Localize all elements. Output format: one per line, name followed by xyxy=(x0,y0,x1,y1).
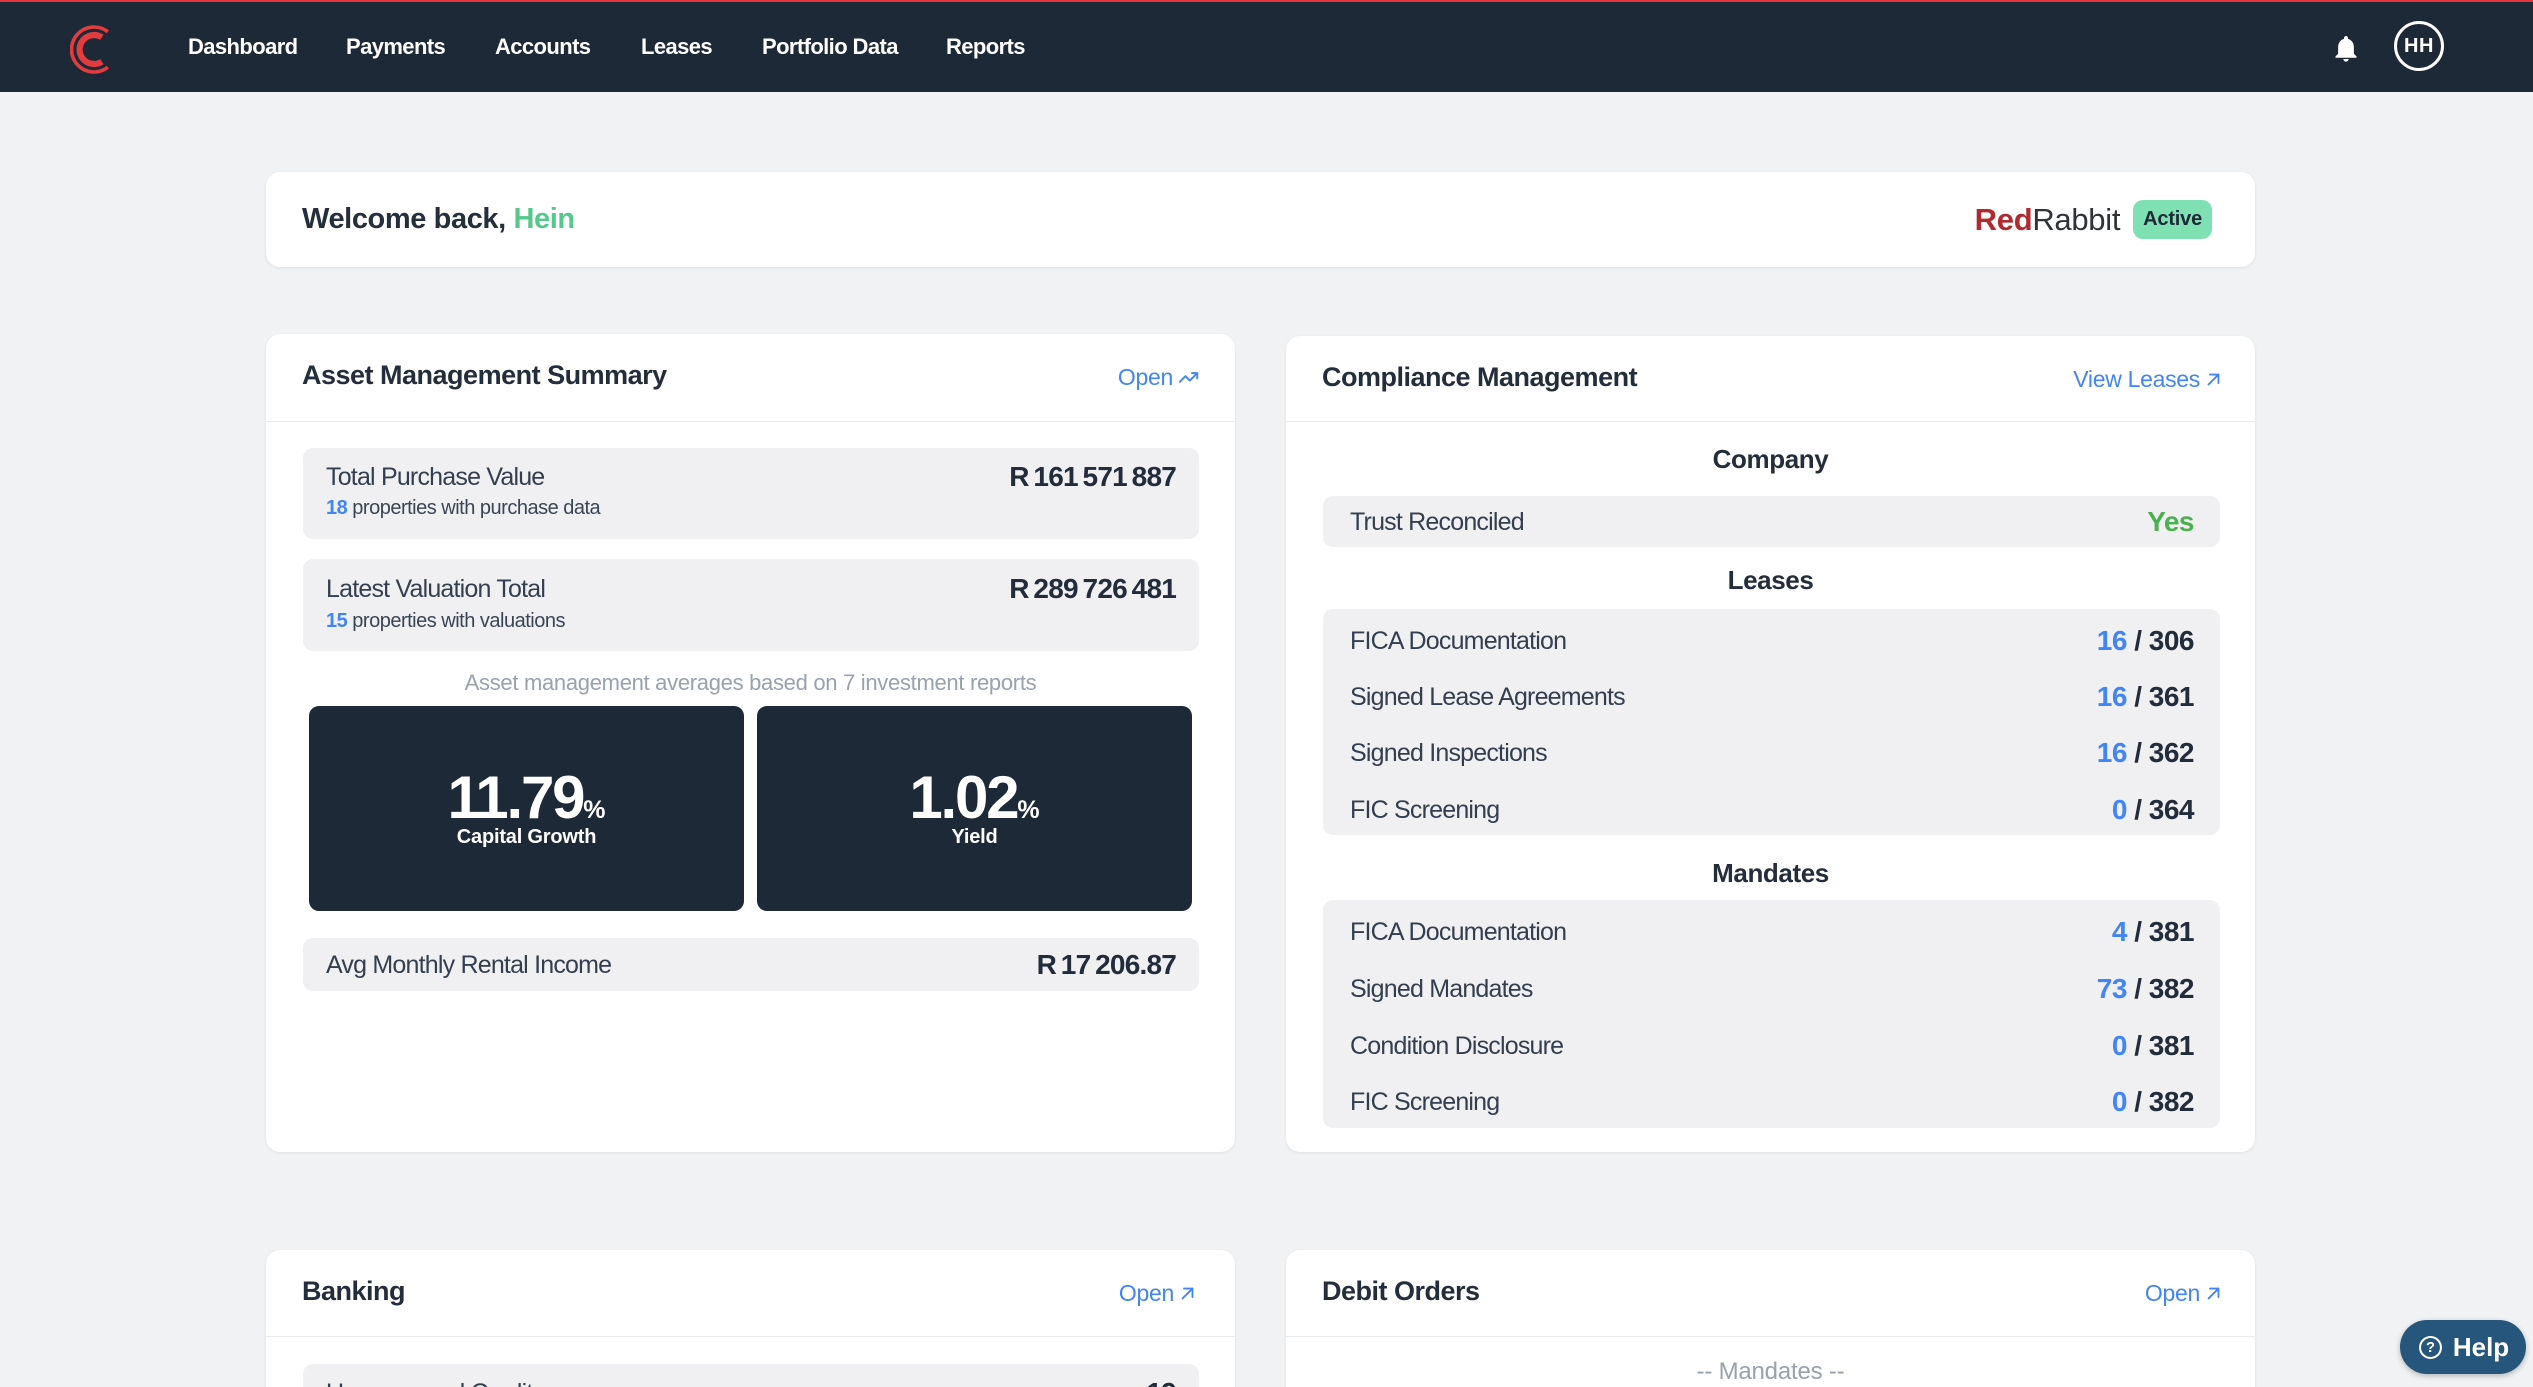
svg-text:?: ? xyxy=(2426,1340,2435,1356)
